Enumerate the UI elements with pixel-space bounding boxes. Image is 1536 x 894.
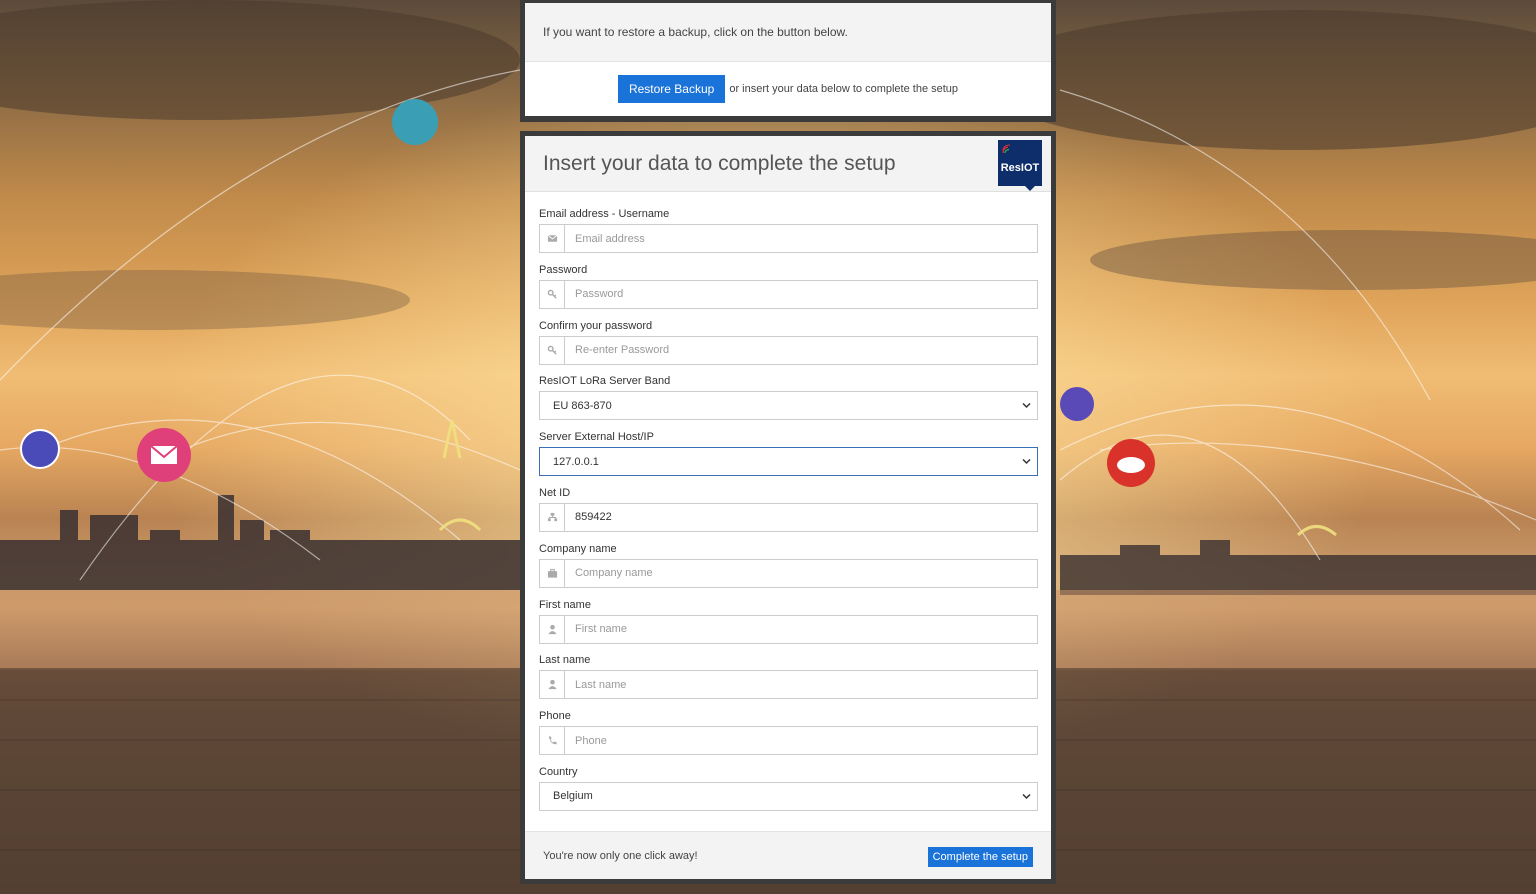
envelope-icon [540, 225, 565, 252]
confirm-password-input[interactable] [565, 336, 1037, 364]
lora-band-label: ResIOT LoRa Server Band [539, 375, 671, 388]
confirm-password-field-group: Confirm your password [539, 319, 1038, 375]
password-input[interactable] [565, 280, 1037, 308]
chevron-down-icon [1022, 793, 1031, 800]
sitemap-icon [540, 503, 565, 531]
briefcase-icon [540, 559, 565, 587]
lora-band-selected-value: EU 863-870 [553, 399, 612, 412]
lora-band-select[interactable]: EU 863-870 [539, 391, 1038, 421]
phone-label: Phone [539, 710, 571, 723]
restore-message: If you want to restore a backup, click o… [525, 3, 1051, 62]
setup-form: Email address - Username Password [525, 192, 1051, 821]
page-title: Insert your data to complete the setup [543, 152, 896, 175]
phone-icon [540, 727, 565, 755]
country-select[interactable]: Belgium [539, 781, 1038, 811]
setup-footer: You're now only one click away! Complete… [525, 831, 1051, 879]
net-id-field-group: Net ID [539, 486, 1038, 542]
password-field-group: Password [539, 263, 1038, 319]
company-label: Company name [539, 542, 617, 555]
country-label: Country [539, 765, 578, 778]
password-label: Password [539, 263, 588, 276]
key-icon [540, 280, 565, 308]
logo-text: ResIOT [1000, 162, 1040, 174]
chevron-down-icon [1022, 459, 1031, 465]
user-icon [540, 615, 565, 643]
company-field-group: Company name [539, 542, 1038, 598]
country-field-group: Country Belgium [539, 765, 1038, 821]
external-host-label: Server External Host/IP [539, 431, 654, 444]
country-selected-value: Belgium [553, 790, 593, 803]
email-label: Email address - Username [539, 208, 670, 220]
external-host-select[interactable]: 127.0.0.1 [539, 447, 1038, 477]
phone-input[interactable] [565, 727, 1037, 755]
first-name-label: First name [539, 598, 591, 611]
restore-alt-text: or insert your data below to complete th… [729, 83, 959, 95]
chevron-down-icon [1022, 403, 1031, 409]
email-input[interactable] [565, 225, 1037, 252]
user-icon [540, 671, 565, 699]
resiot-logo: ResIOT [998, 140, 1042, 191]
restore-backup-button[interactable]: Restore Backup [617, 75, 726, 103]
email-field-group: Email address - Username [539, 207, 1038, 263]
complete-setup-button[interactable]: Complete the setup [927, 846, 1033, 867]
confirm-password-label: Confirm your password [539, 319, 653, 332]
footer-text: You're now only one click away! [543, 849, 698, 862]
first-name-field-group: First name [539, 598, 1038, 654]
net-id-label: Net ID [539, 486, 571, 499]
setup-panel: Insert your data to complete the setup R… [520, 131, 1056, 884]
external-host-field-group: Server External Host/IP 127.0.0.1 [539, 430, 1038, 486]
first-name-input[interactable] [565, 615, 1037, 643]
company-input[interactable] [565, 559, 1037, 587]
key-icon [540, 336, 565, 364]
restore-backup-panel: If you want to restore a backup, click o… [520, 0, 1056, 122]
last-name-input[interactable] [565, 671, 1037, 699]
net-id-input[interactable] [565, 503, 1037, 531]
lora-band-field-group: ResIOT LoRa Server Band EU 863-870 [539, 374, 1038, 430]
last-name-field-group: Last name [539, 653, 1038, 709]
phone-field-group: Phone [539, 709, 1038, 765]
external-host-selected-value: 127.0.0.1 [553, 455, 599, 468]
last-name-label: Last name [539, 654, 591, 667]
signal-waves-icon [1002, 144, 1011, 154]
